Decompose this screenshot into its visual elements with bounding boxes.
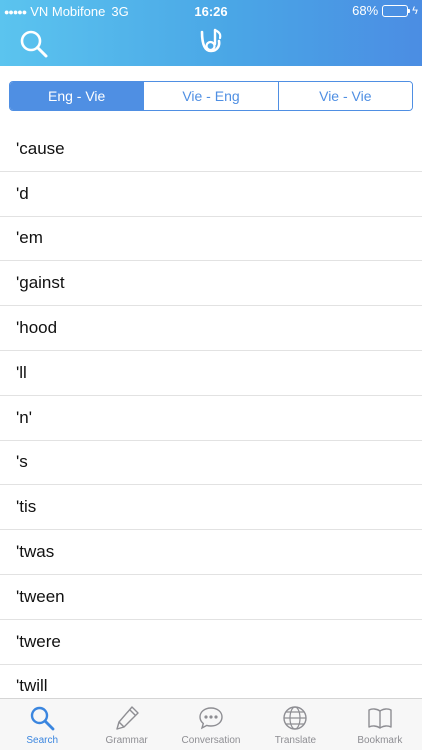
tab-label: Grammar: [105, 735, 148, 746]
word-list: 'cause 'd 'em 'gainst 'hood 'll 'n' 's '…: [0, 127, 422, 698]
list-item[interactable]: 'em: [0, 217, 422, 262]
word-label: 'cause: [16, 138, 65, 158]
word-label: 's: [16, 452, 28, 472]
list-item[interactable]: 's: [0, 441, 422, 486]
word-label: 'twill: [16, 676, 48, 696]
list-item[interactable]: 'tween: [0, 575, 422, 620]
list-item[interactable]: 'll: [0, 351, 422, 396]
chat-bubble-icon: [199, 707, 223, 730]
tab-label: Search: [26, 735, 59, 746]
charging-icon: ϟ: [412, 4, 418, 17]
word-label: 'twere: [16, 631, 61, 651]
list-item[interactable]: 'cause: [0, 127, 422, 172]
word-label: 'tis: [16, 497, 37, 517]
tab-search[interactable]: Search: [0, 699, 84, 750]
word-label: 'hood: [16, 318, 58, 338]
battery-percent: 68%: [352, 3, 379, 18]
tab-translate[interactable]: Translate: [253, 699, 337, 750]
tab-label: Bookmark: [357, 735, 403, 746]
tab-bar: Search Grammar Conversation Translate Bo…: [0, 698, 422, 750]
word-label: 'tween: [16, 586, 65, 606]
tab-bookmark[interactable]: Bookmark: [338, 699, 422, 750]
status-right: 68% ϟ: [352, 3, 418, 18]
app-header: ●●●●● VN Mobifone 3G 16:26 68% ϟ: [0, 0, 422, 66]
word-label: 'em: [16, 228, 43, 248]
status-bar: ●●●●● VN Mobifone 3G 16:26 68% ϟ: [0, 0, 422, 22]
segment-eng-vie[interactable]: Eng - Vie: [10, 82, 144, 110]
tab-grammar[interactable]: Grammar: [84, 699, 168, 750]
word-label: 'd: [16, 183, 29, 203]
segment-label: Vie - Eng: [182, 88, 240, 104]
list-item[interactable]: 'd: [0, 172, 422, 217]
word-label: 'll: [16, 362, 27, 382]
word-label: 'n': [16, 407, 32, 427]
list-item[interactable]: 'n': [0, 396, 422, 441]
pencil-icon: [115, 706, 139, 730]
globe-icon: [283, 706, 308, 730]
list-item[interactable]: 'twill: [0, 665, 422, 698]
tab-label: Conversation: [181, 735, 241, 746]
list-item[interactable]: 'hood: [0, 306, 422, 351]
segment-label: Vie - Vie: [319, 88, 372, 104]
segment-vie-vie[interactable]: Vie - Vie: [277, 82, 412, 110]
header-search-button[interactable]: [18, 28, 50, 60]
tab-conversation[interactable]: Conversation: [169, 699, 253, 750]
list-item[interactable]: 'tis: [0, 485, 422, 531]
list-item[interactable]: 'gainst: [0, 261, 422, 307]
word-label: 'twas: [16, 542, 55, 562]
word-label: 'gainst: [16, 273, 65, 293]
battery-icon: [382, 4, 411, 17]
list-item[interactable]: 'twas: [0, 530, 422, 575]
segment-label: Eng - Vie: [47, 88, 106, 104]
book-icon: [368, 708, 392, 729]
dictionary-direction-selector: Eng - Vie Vie - Eng Vie - Vie: [9, 81, 413, 111]
list-item[interactable]: 'twere: [0, 620, 422, 665]
segment-vie-eng[interactable]: Vie - Eng: [143, 82, 278, 110]
app-logo-icon: [196, 26, 226, 58]
tab-label: Translate: [274, 735, 317, 746]
search-icon: [31, 706, 55, 731]
search-icon: [20, 30, 48, 58]
